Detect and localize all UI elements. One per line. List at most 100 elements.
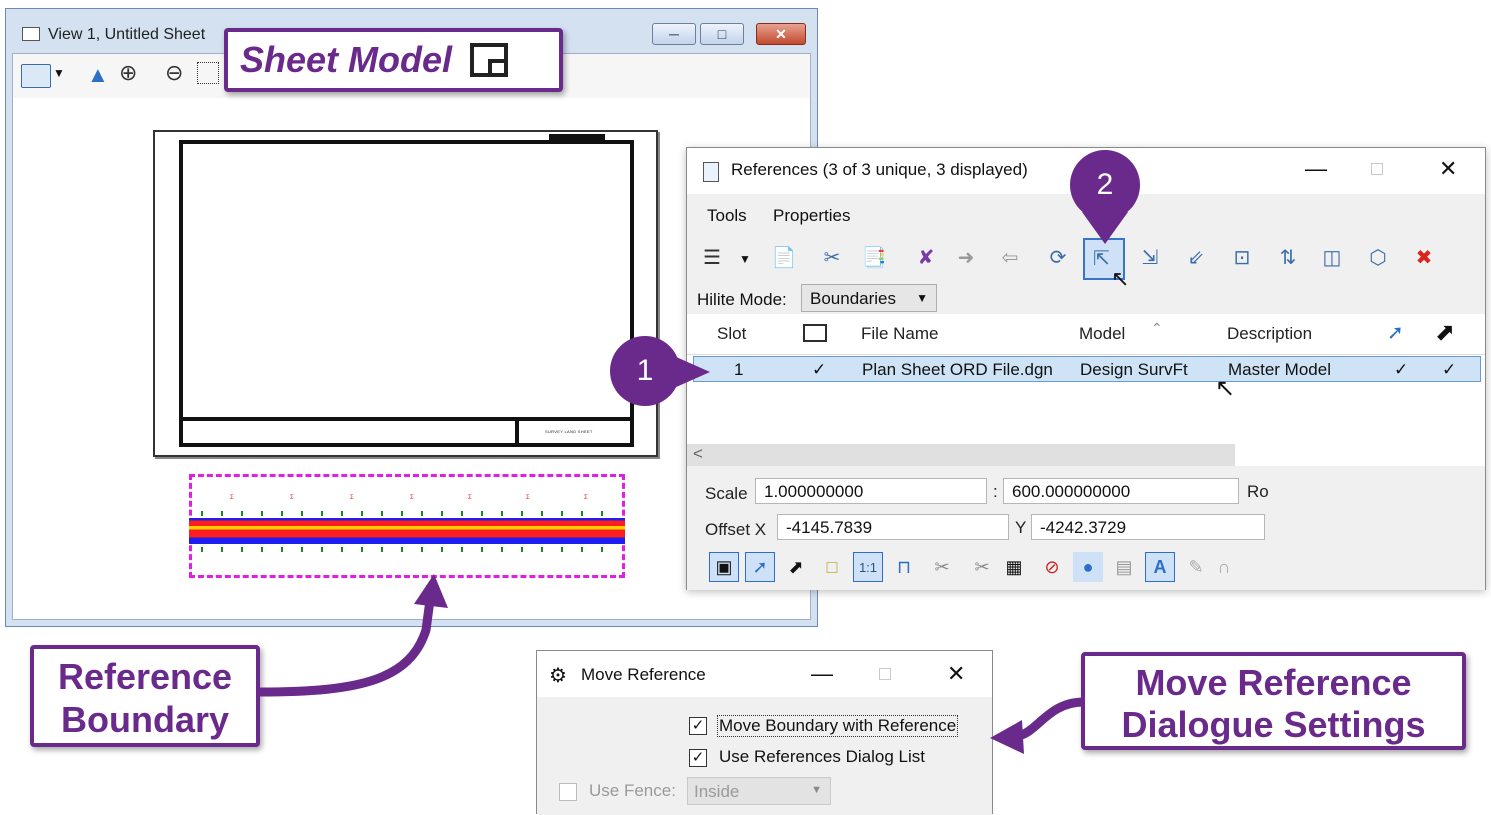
clip-boundary-icon[interactable]: ⊡ [1229, 244, 1255, 270]
move-reference-title: Move Reference [581, 665, 706, 684]
scroll-left-icon[interactable]: < [693, 444, 703, 464]
clip-back-icon[interactable]: ✂ [927, 552, 957, 582]
view-attributes-icon[interactable] [21, 64, 51, 88]
chevron-down-icon[interactable]: ▼ [53, 66, 65, 80]
exchange-reference-icon[interactable]: ✘ [913, 244, 939, 270]
close-button[interactable]: ✕ [1439, 156, 1457, 182]
tree-view-icon[interactable]: ☰ [699, 244, 725, 270]
maximize-button[interactable]: □ [879, 663, 891, 686]
attach-reference-icon[interactable]: 📄 [771, 244, 797, 270]
row-display-check[interactable]: ✓ [812, 360, 826, 380]
reload-reference-icon[interactable]: 📑 [861, 244, 887, 270]
col-file-name[interactable]: File Name [861, 324, 938, 344]
row-locate-check[interactable]: ✓ [1442, 360, 1456, 380]
sheet-border: SURVEY LAND SHEET [153, 130, 658, 457]
level-icon[interactable]: ▤ [1109, 552, 1139, 582]
row-snap-check[interactable]: ✓ [1394, 360, 1408, 380]
minimize-button[interactable]: — [811, 661, 833, 687]
title-block-text: SURVEY LAND SHEET [545, 429, 593, 434]
row-file-name: Plan Sheet ORD File.dgn [862, 360, 1053, 379]
move-settings-arrow [990, 697, 1085, 754]
zoom-in-icon[interactable]: ⊕ [119, 60, 137, 86]
no-display-icon[interactable]: ⊘ [1037, 552, 1067, 582]
clip-front-icon[interactable]: ✂ [967, 552, 997, 582]
col-model[interactable]: Model [1079, 324, 1125, 344]
svg-text:Σ: Σ [290, 495, 294, 501]
sheet-drawing-area: SURVEY LAND SHEET [179, 140, 634, 447]
col-slot[interactable]: Slot [717, 324, 746, 344]
col-description[interactable]: Description [1227, 324, 1312, 344]
close-button[interactable]: ✕ [756, 23, 806, 45]
scale-separator: : [993, 482, 998, 501]
sheet-title-block: SURVEY LAND SHEET [183, 417, 630, 443]
snap-column-icon[interactable]: ➚ [1387, 320, 1404, 345]
display-toggle-icon[interactable]: ▣ [709, 552, 739, 582]
step-badge-2: 2 [1070, 150, 1140, 220]
copy-reference-icon[interactable]: ⇲ [1137, 244, 1163, 270]
scale-1-1-button[interactable]: 1:1 [853, 552, 883, 582]
edit-disabled-icon[interactable]: ✎ [1181, 552, 1211, 582]
3d-view-icon[interactable]: ⬡ [1365, 244, 1391, 270]
offset-y-input[interactable]: -4242.3729 [1031, 514, 1265, 540]
use-references-list-label[interactable]: Use References Dialog List [719, 747, 925, 767]
settings-wrench-icon: ⚙ [549, 665, 567, 687]
lightbulb-icon[interactable]: ● [1073, 552, 1103, 582]
step-badge-2-pointer [1082, 212, 1128, 244]
maximize-button[interactable]: □ [700, 23, 744, 45]
snap-toggle-icon[interactable]: ➚ [745, 552, 775, 582]
display-column-icon[interactable] [803, 324, 827, 342]
menu-properties[interactable]: Properties [773, 206, 850, 226]
unlock-icon[interactable]: ∩ [1209, 552, 1239, 582]
references-title: References (3 of 3 unique, 3 displayed) [731, 160, 1028, 179]
move-settings-line1: Move Reference [1135, 662, 1412, 703]
scale-label: Scale [705, 484, 748, 503]
use-references-list-checkbox[interactable]: ✓ [689, 749, 707, 767]
minimize-button[interactable]: — [1305, 156, 1327, 182]
clip-mask-icon[interactable]: ◫ [1319, 244, 1345, 270]
brush-icon[interactable]: ▲ [87, 62, 109, 88]
hilite-mode-select[interactable]: Boundaries ▼ [801, 284, 937, 312]
move-boundary-checkbox[interactable]: ✓ [689, 717, 707, 735]
document-icon [703, 162, 719, 182]
detach-reference-icon[interactable]: ✂ [819, 244, 845, 270]
scale-reference-icon[interactable]: ⇙ [1183, 244, 1209, 270]
scale-master-input[interactable]: 1.000000000 [755, 478, 987, 504]
fence-mode-value: Inside [694, 782, 740, 801]
fence-mode-select[interactable]: Inside ▼ [687, 777, 831, 805]
road-alignment [189, 518, 625, 544]
zoom-out-icon[interactable]: ⊖ [165, 60, 183, 86]
maximize-button[interactable]: □ [1371, 158, 1383, 181]
use-fence-checkbox[interactable] [559, 783, 577, 801]
table-row[interactable]: 1 ✓ Plan Sheet ORD File.dgn Design SurvF… [693, 356, 1481, 382]
row-description: Master Model [1228, 360, 1331, 379]
offset-x-input[interactable]: -4145.7839 [777, 514, 1009, 540]
move-boundary-label[interactable]: Move Boundary with Reference [717, 715, 959, 737]
horizontal-scrollbar[interactable]: < [687, 444, 1235, 466]
rotate-reference-icon[interactable]: ⟳ [1045, 244, 1071, 270]
locate-column-icon[interactable]: ⬈ [1435, 318, 1455, 347]
mouse-cursor-icon: ↖ [1111, 266, 1130, 291]
mirror-reference-icon[interactable]: ⇅ [1275, 244, 1301, 270]
hilite-mode-label: Hilite Mode: [697, 290, 787, 309]
title-block-divider [515, 421, 519, 443]
menu-tools[interactable]: Tools [707, 206, 747, 226]
grid-icon[interactable]: ▦ [999, 552, 1029, 582]
sheet-model-callout: Sheet Model [224, 28, 563, 92]
references-settings-panel: Scale 1.000000000 : 600.000000000 Ro Off… [687, 466, 1485, 590]
close-button[interactable]: ✕ [947, 661, 965, 687]
delete-clip-icon[interactable]: ✖ [1411, 244, 1437, 270]
reference-boundary-arrow [259, 574, 448, 697]
move-left-icon[interactable]: ⇦ [997, 244, 1023, 270]
text-annotation-icon[interactable]: A [1145, 552, 1175, 582]
move-reference-body: ✓ Move Boundary with Reference ✓ Use Ref… [537, 697, 992, 815]
step-badge-1: 1 [610, 336, 680, 406]
scale-ref-input[interactable]: 600.000000000 [1003, 478, 1239, 504]
move-right-icon[interactable]: ➜ [953, 244, 979, 270]
chevron-down-icon[interactable]: ▼ [739, 252, 751, 266]
locate-toggle-icon[interactable]: ⬈ [781, 552, 811, 582]
window-area-icon[interactable] [197, 62, 219, 84]
minimize-button[interactable]: ─ [652, 23, 696, 45]
line-style-icon[interactable]: ⊓ [889, 552, 919, 582]
sort-up-icon: ⌃ [1151, 320, 1163, 336]
lock-toggle-icon[interactable]: □ [817, 552, 847, 582]
